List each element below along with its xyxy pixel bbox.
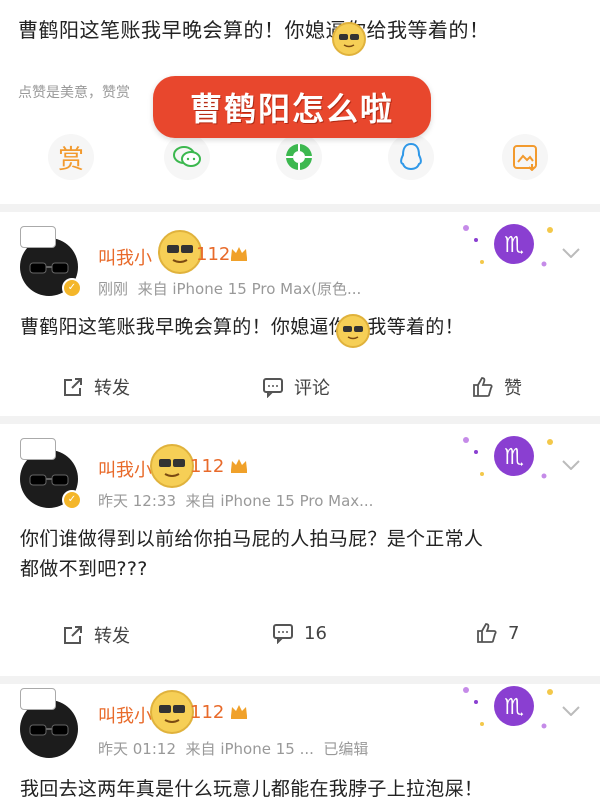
post-text-line: 你们谁做得到以前给你拍马屁的人拍马屁？是个正常人: [20, 528, 484, 550]
post-text-line: 都做不到吧???: [20, 558, 148, 580]
top-post-text: 曹鹤阳这笔账我早晚会算的！你媳逼你给我等着的！: [18, 18, 490, 42]
repost-icon: [64, 626, 82, 644]
chevron-down-icon[interactable]: [562, 460, 580, 470]
member-crown-icon: [231, 459, 247, 473]
overlay-title-banner: 曹鹤阳怎么啦: [153, 76, 431, 138]
scorpio-zodiac-icon: ♏: [463, 686, 553, 729]
svg-text:♏: ♏: [504, 695, 524, 720]
repost-button[interactable]: 转发: [62, 374, 130, 400]
username-tail[interactable]: 112: [190, 456, 224, 477]
share-row: 赏: [0, 134, 600, 186]
chevron-down-icon[interactable]: [562, 248, 580, 258]
save-image-button[interactable]: [502, 134, 548, 180]
overlay-title-text: 曹鹤阳怎么啦: [189, 90, 394, 128]
username[interactable]: 叫我小: [98, 702, 152, 728]
repost-label: 转发: [94, 626, 130, 647]
post-meta: 昨天 12:33 来自 iPhone 15 Pro Max...: [98, 490, 373, 511]
post-time: 刚刚: [98, 280, 129, 298]
member-crown-icon: [231, 705, 247, 719]
top-post-card: 曹鹤阳这笔账我早晚会算的！你媳逼你给我等着的！ 点赞是美意，赞赏 赏 曹鹤阳怎么…: [0, 0, 600, 204]
like-button[interactable]: 赞: [472, 374, 522, 400]
scorpio-zodiac-icon: ♏: [463, 436, 553, 479]
post-time: 昨天 12:33: [98, 492, 176, 510]
edited-label: 已编辑: [323, 740, 369, 758]
scorpio-zodiac-icon: ♏: [463, 224, 553, 267]
thumbs-up-icon: [473, 377, 493, 397]
wechat-icon: [173, 146, 201, 167]
comment-card: ✓ 叫我小 112 昨天 12:33 来自 iPhone 15 Pro Max.…: [0, 424, 600, 676]
like-button[interactable]: 7: [476, 622, 519, 644]
reward-icon: 赏: [57, 144, 84, 175]
reward-button[interactable]: 赏: [48, 134, 94, 180]
comment-button[interactable]: 16: [272, 622, 327, 644]
comment-card: 叫我小 112 昨天 01:12 来自 iPhone 15 ... 已编辑 ♏ …: [0, 684, 600, 811]
small-badge: [20, 688, 56, 710]
like-count: 7: [508, 622, 520, 644]
sunglasses-emoji-icon: [150, 690, 194, 734]
post-source: 来自 iPhone 15 Pro Max...: [185, 492, 374, 510]
comment-icon: [273, 624, 293, 644]
verified-icon: ✓: [62, 278, 82, 298]
repost-label: 转发: [94, 378, 130, 399]
sunglasses-emoji-icon: [332, 22, 366, 56]
username-tail[interactable]: 112: [196, 244, 230, 265]
comment-button[interactable]: 评论: [262, 374, 330, 400]
sunglasses-emoji-icon: [150, 444, 194, 488]
post-meta: 昨天 01:12 来自 iPhone 15 ... 已编辑: [98, 738, 368, 759]
thumbs-up-icon: [477, 623, 497, 643]
chevron-down-icon[interactable]: [562, 706, 580, 716]
like-label: 赞: [504, 378, 522, 399]
member-crown-icon: [231, 247, 247, 261]
post-time: 昨天 01:12: [98, 740, 176, 758]
comment-count: 16: [304, 622, 327, 644]
username[interactable]: 叫我小: [98, 244, 152, 270]
save-image-icon: [513, 145, 537, 171]
moments-icon: [286, 144, 312, 170]
qq-share-button[interactable]: [388, 134, 434, 180]
svg-text:♏: ♏: [504, 233, 524, 258]
repost-button[interactable]: 转发: [62, 622, 130, 648]
verified-icon: ✓: [62, 490, 82, 510]
qq-icon: [400, 142, 422, 171]
repost-icon: [64, 378, 82, 396]
post-text: 你们谁做得到以前给你拍马屁的人拍马屁？是个正常人 都做不到吧???: [20, 524, 483, 584]
comment-label: 评论: [294, 378, 330, 399]
username[interactable]: 叫我小: [98, 456, 152, 482]
svg-text:♏: ♏: [504, 445, 524, 470]
post-text: 我回去这两年真是什么玩意儿都能在我脖子上拉泡屎！: [20, 778, 484, 800]
moments-share-button[interactable]: [276, 134, 322, 180]
small-badge: [20, 438, 56, 460]
post-source: 来自 iPhone 15 Pro Max(原色...: [137, 280, 362, 298]
username-tail[interactable]: 112: [190, 702, 224, 723]
post-text: 曹鹤阳这笔账我早晚会算的！你媳逼你给我等着的！: [20, 316, 464, 338]
wechat-share-button[interactable]: [164, 134, 210, 180]
sunglasses-emoji-icon: [336, 314, 370, 348]
post-source: 来自 iPhone 15 ...: [185, 740, 314, 758]
small-badge: [20, 226, 56, 248]
post-meta: 刚刚 来自 iPhone 15 Pro Max(原色...: [98, 278, 361, 299]
comment-icon: [263, 378, 283, 398]
like-hint-text: 点赞是美意，赞赏: [18, 85, 130, 101]
comment-card: ✓ 叫我小 112 刚刚 来自 iPhone 15 Pro Max(原色... …: [0, 212, 600, 416]
